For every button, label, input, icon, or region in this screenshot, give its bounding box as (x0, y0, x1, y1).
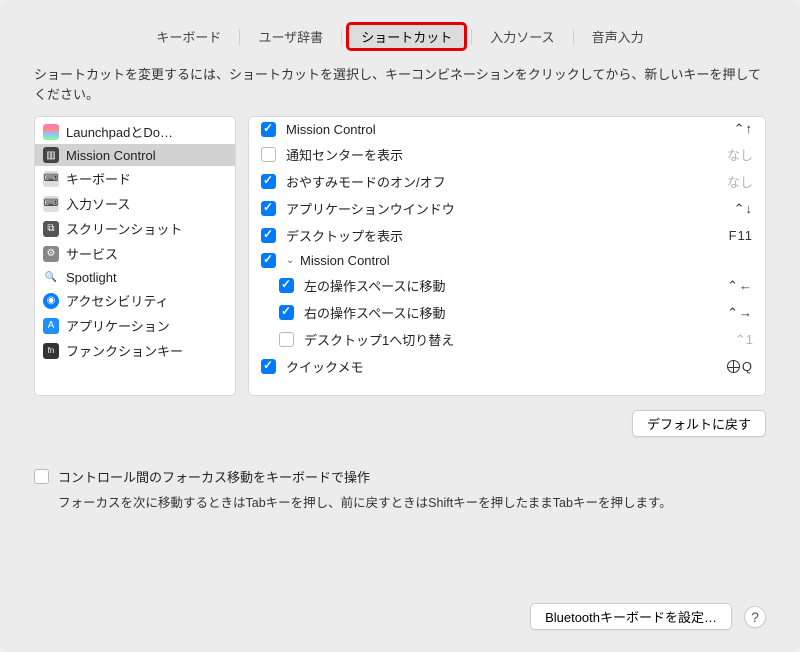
help-button[interactable]: ? (744, 606, 766, 628)
shortcut-label: 右の操作スペースに移動 (304, 303, 717, 322)
sidebar-item-label: ファンクションキー (66, 341, 183, 360)
shortcut-row[interactable]: 右の操作スペースに移動 ⌃→ (249, 299, 765, 326)
sidebar-item-launchpad[interactable]: LaunchpadとDo… (35, 119, 235, 144)
shortcut-key[interactable]: なし (727, 172, 753, 191)
input-sources-icon: ⌨ (43, 196, 59, 212)
tab-separator (341, 29, 342, 45)
shortcut-row[interactable]: クイックメモ Q (249, 353, 765, 380)
sidebar-item-input-sources[interactable]: ⌨ 入力ソース (35, 191, 235, 216)
shortcut-row[interactable]: アプリケーションウインドウ ⌃↓ (249, 195, 765, 222)
app-store-icon: A (43, 318, 59, 334)
sidebar-item-label: スクリーンショット (66, 219, 182, 238)
shortcut-list[interactable]: Mission Control ⌃↑ 通知センターを表示 なし おやすみモードの… (248, 116, 766, 396)
shortcut-label: デスクトップを表示 (286, 226, 719, 245)
shortcut-label: Mission Control (286, 122, 724, 137)
shortcut-label: 左の操作スペースに移動 (304, 276, 717, 295)
shortcut-label: 通知センターを表示 (286, 145, 717, 164)
spotlight-icon: 🔍 (43, 269, 59, 285)
shortcut-row[interactable]: Mission Control ⌃↑ (249, 117, 765, 141)
tab-keyboard[interactable]: キーボード (142, 23, 235, 50)
shortcut-checkbox[interactable] (261, 201, 276, 216)
services-icon: ⚙ (43, 246, 59, 262)
shortcut-row[interactable]: おやすみモードのオン/オフ なし (249, 168, 765, 195)
sidebar-item-spotlight[interactable]: 🔍 Spotlight (35, 266, 235, 288)
chevron-down-icon[interactable]: ⌄ (286, 255, 294, 266)
shortcut-checkbox[interactable] (279, 305, 294, 320)
shortcut-key[interactable]: ⌃← (727, 278, 753, 294)
tab-separator (573, 29, 574, 45)
sidebar-item-label: キーボード (66, 169, 131, 188)
shortcut-key[interactable]: ⌃↓ (734, 201, 753, 217)
launchpad-icon (43, 124, 59, 140)
fn-icon: fn (43, 343, 59, 359)
shortcut-key[interactable]: F11 (729, 228, 753, 243)
shortcut-row[interactable]: デスクトップ1へ切り替え ⌃1 (249, 326, 765, 353)
restore-defaults-button[interactable]: デフォルトに戻す (632, 410, 766, 437)
sidebar-item-applications[interactable]: A アプリケーション (35, 313, 235, 338)
shortcut-label: クイックメモ (286, 357, 717, 376)
shortcut-label: アプリケーションウインドウ (286, 199, 724, 218)
tab-separator (239, 29, 240, 45)
shortcut-checkbox[interactable] (261, 174, 276, 189)
tab-shortcuts[interactable]: ショートカット (346, 22, 467, 51)
globe-icon (727, 360, 740, 373)
sidebar-item-screenshot[interactable]: ⧉ スクリーンショット (35, 216, 235, 241)
sidebar-item-label: 入力ソース (66, 194, 130, 213)
sidebar-item-accessibility[interactable]: ◉ アクセシビリティ (35, 288, 235, 313)
sidebar-item-label: サービス (66, 244, 118, 263)
shortcut-label: デスクトップ1へ切り替え (304, 330, 725, 349)
keyboard-navigation-checkbox[interactable] (34, 469, 49, 484)
shortcut-checkbox[interactable] (261, 228, 276, 243)
accessibility-icon: ◉ (43, 293, 59, 309)
sidebar-item-label: LaunchpadとDo… (66, 122, 173, 141)
shortcut-label: Mission Control (300, 253, 753, 268)
sidebar-item-mission-control[interactable]: ▥ Mission Control (35, 144, 235, 166)
tab-separator (471, 29, 472, 45)
shortcut-key[interactable]: ⌃1 (735, 332, 753, 348)
sidebar-item-label: Mission Control (66, 148, 156, 163)
bluetooth-keyboard-setup-button[interactable]: Bluetoothキーボードを設定… (530, 603, 732, 630)
tab-bar: キーボード ユーザ辞書 ショートカット 入力ソース 音声入力 (0, 0, 800, 65)
shortcut-group-row[interactable]: ⌄ Mission Control (249, 249, 765, 272)
sidebar-item-services[interactable]: ⚙ サービス (35, 241, 235, 266)
screenshot-icon: ⧉ (43, 221, 59, 237)
shortcut-key[interactable]: ⌃↑ (734, 121, 753, 137)
sidebar-item-keyboard[interactable]: ⌨ キーボード (35, 166, 235, 191)
shortcut-checkbox[interactable] (261, 147, 276, 162)
tab-dictation[interactable]: 音声入力 (578, 23, 658, 50)
keyboard-navigation-help: フォーカスを次に移動するときはTabキーを押し、前に戻すときはShiftキーを押… (34, 494, 766, 513)
sidebar-item-label: アクセシビリティ (66, 291, 169, 310)
keyboard-navigation-label: コントロール間のフォーカス移動をキーボードで操作 (58, 467, 370, 486)
shortcut-key[interactable]: Q (727, 359, 753, 374)
shortcut-checkbox[interactable] (279, 332, 294, 347)
shortcut-checkbox[interactable] (261, 253, 276, 268)
shortcut-row[interactable]: 通知センターを表示 なし (249, 141, 765, 168)
shortcut-key[interactable]: なし (727, 145, 753, 164)
tab-user-dictionary[interactable]: ユーザ辞書 (244, 23, 337, 50)
mission-control-icon: ▥ (43, 147, 59, 163)
tab-input-sources[interactable]: 入力ソース (476, 23, 568, 50)
shortcut-label: おやすみモードのオン/オフ (286, 172, 717, 191)
shortcut-row[interactable]: デスクトップを表示 F11 (249, 222, 765, 249)
shortcut-checkbox[interactable] (261, 122, 276, 137)
sidebar-item-label: Spotlight (66, 270, 117, 285)
shortcut-key[interactable]: ⌃→ (727, 305, 753, 321)
shortcut-category-sidebar[interactable]: LaunchpadとDo… ▥ Mission Control ⌨ キーボード … (34, 116, 236, 396)
sidebar-item-label: アプリケーション (66, 316, 170, 335)
shortcut-checkbox[interactable] (261, 359, 276, 374)
keyboard-icon: ⌨ (43, 171, 59, 187)
sidebar-item-function-keys[interactable]: fn ファンクションキー (35, 338, 235, 363)
shortcut-checkbox[interactable] (279, 278, 294, 293)
shortcut-row[interactable]: 左の操作スペースに移動 ⌃← (249, 272, 765, 299)
instructions-text: ショートカットを変更するには、ショートカットを選択し、キーコンビネーションをクリ… (0, 65, 800, 116)
